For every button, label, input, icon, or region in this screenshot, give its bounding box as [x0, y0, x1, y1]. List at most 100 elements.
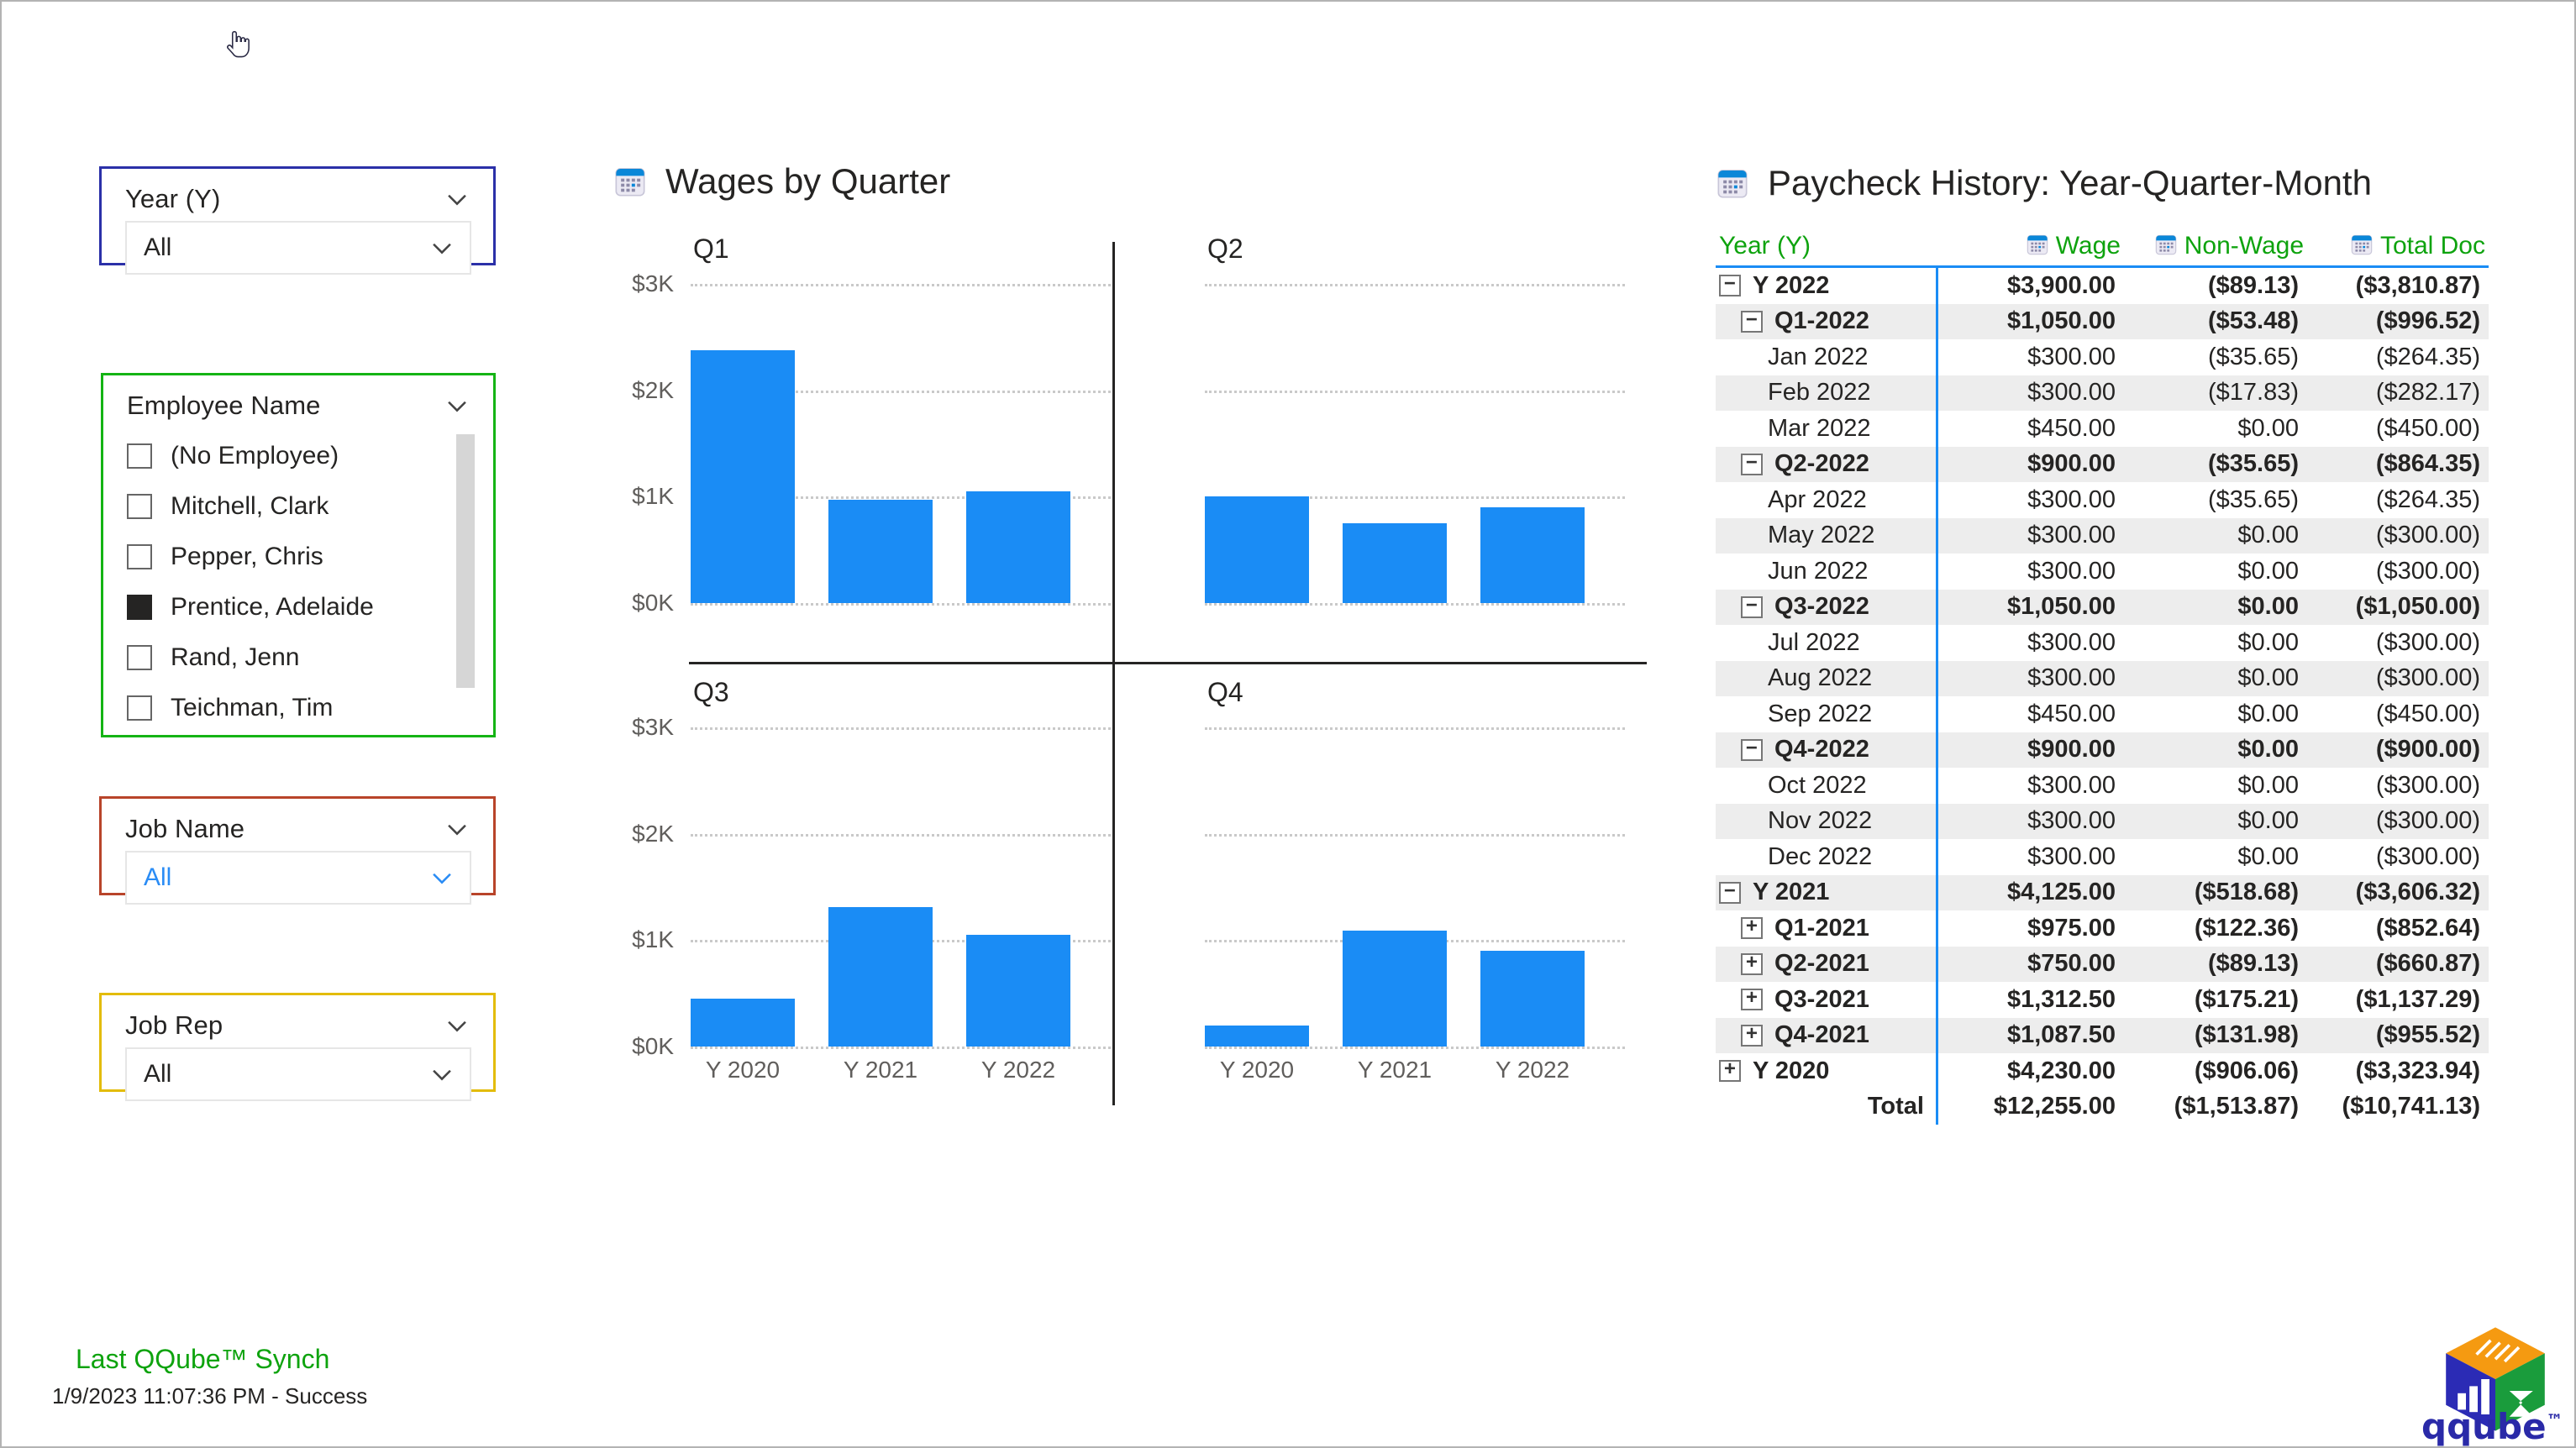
collapse-icon[interactable]: −	[1741, 310, 1763, 333]
chart-panel-q4[interactable]: Q4 Y 2020 Y 2021 Y 2022	[1128, 677, 1632, 1101]
employee-list-item[interactable]: Pepper, Chris	[127, 532, 493, 582]
checkbox-icon[interactable]	[127, 645, 152, 670]
chevron-down-icon[interactable]	[443, 391, 471, 420]
table-row[interactable]: − Y 2022 $3,900.00 ($89.13) ($3,810.87)	[1716, 268, 2489, 304]
table-row[interactable]: − Y 2021 $4,125.00 ($518.68) ($3,606.32)	[1716, 874, 2489, 910]
chart-bar[interactable]	[1343, 523, 1447, 603]
slicer-job-name-dropdown[interactable]: All	[125, 851, 471, 905]
collapse-icon[interactable]: −	[1741, 595, 1763, 618]
table-cell-year: May 2022	[1716, 522, 1936, 549]
table-row[interactable]: Nov 2022 $300.00 $0.00 ($300.00)	[1716, 803, 2489, 839]
chart-quadrants: Q1 $0K $1K $2K $3K Q2 Q3 $0K $1K $2K $3K Y 2020 Y …	[613, 233, 1647, 1105]
slicer-year-header[interactable]: Year (Y)	[102, 184, 493, 214]
wages-by-quarter-chart[interactable]: Wages by Quarter Q1 $0K $1K $2K $3K Q2 Q3 $0K…	[613, 161, 1647, 1152]
chart-bar[interactable]	[1480, 951, 1585, 1047]
slicer-job-rep[interactable]: Job Rep All	[99, 993, 496, 1101]
table-column-header[interactable]: Non-Wage	[2121, 232, 2304, 260]
table-row[interactable]: Dec 2022 $300.00 $0.00 ($300.00)	[1716, 839, 2489, 875]
table-body[interactable]: − Y 2022 $3,900.00 ($89.13) ($3,810.87) − Q1-2…	[1716, 268, 2489, 1125]
slicer-job-rep-dropdown[interactable]: All	[125, 1047, 471, 1101]
checkbox-icon[interactable]	[127, 695, 152, 721]
chart-bar[interactable]	[828, 499, 933, 603]
table-column-header[interactable]: Total Doc	[2304, 232, 2485, 260]
expand-icon[interactable]: +	[1741, 917, 1763, 940]
checkbox-icon[interactable]	[127, 544, 152, 569]
table-row[interactable]: + Q2-2021 $750.00 ($89.13) ($660.87)	[1716, 946, 2489, 982]
table-column-headers[interactable]: Year (Y) Wage Non-Wage Total Doc	[1716, 215, 2489, 260]
expand-icon[interactable]: +	[1741, 989, 1763, 1011]
checkbox-icon[interactable]	[127, 494, 152, 519]
collapse-icon[interactable]: −	[1719, 881, 1741, 904]
table-row[interactable]: Jun 2022 $300.00 $0.00 ($300.00)	[1716, 553, 2489, 590]
table-row[interactable]: + Q4-2021 $1,087.50 ($131.98) ($955.52)	[1716, 1017, 2489, 1053]
table-row[interactable]: Jan 2022 $300.00 ($35.65) ($264.35)	[1716, 339, 2489, 375]
slicer-employee-name[interactable]: Employee Name (No Employee) Mitchell, Cla…	[101, 373, 496, 737]
slicer-job-rep-header[interactable]: Job Rep	[102, 1010, 493, 1041]
slicer-year-dropdown[interactable]: All	[125, 221, 471, 275]
table-row[interactable]: May 2022 $300.00 $0.00 ($300.00)	[1716, 517, 2489, 553]
slicer-year[interactable]: Year (Y) All	[99, 166, 496, 275]
chart-bar[interactable]	[1480, 507, 1585, 603]
paycheck-history-matrix[interactable]: Paycheck History: Year-Quarter-Month Yea…	[1716, 163, 2489, 1125]
employee-list-scrollbar[interactable]	[456, 434, 475, 688]
employee-list-item[interactable]: Mitchell, Clark	[127, 481, 493, 532]
chart-bar[interactable]	[1343, 931, 1447, 1047]
table-cell-total-doc: ($1,137.29)	[2355, 985, 2480, 1013]
chart-bar[interactable]	[966, 935, 1070, 1047]
collapse-icon[interactable]: −	[1741, 453, 1763, 475]
chart-bar[interactable]	[1205, 496, 1309, 603]
chart-panel-q1[interactable]: Q1 $0K $1K $2K $3K	[613, 233, 1117, 658]
expand-icon[interactable]: +	[1719, 1060, 1741, 1083]
employee-list-item[interactable]: Teichman, Tim	[127, 683, 493, 733]
chevron-down-icon[interactable]	[443, 815, 471, 843]
table-row[interactable]: Sep 2022 $450.00 $0.00 ($450.00)	[1716, 696, 2489, 732]
employee-list-item[interactable]: (No Employee)	[127, 431, 493, 481]
chart-bar[interactable]	[691, 349, 795, 603]
table-row[interactable]: − Q4-2022 $900.00 $0.00 ($900.00)	[1716, 732, 2489, 768]
employee-list-item[interactable]: Prentice, Adelaide	[127, 582, 493, 632]
table-row[interactable]: + Q3-2021 $1,312.50 ($175.21) ($1,137.29)	[1716, 982, 2489, 1018]
table-cell-wage: $1,050.00	[2006, 307, 2116, 335]
employee-list-item[interactable]: Rand, Jenn	[127, 632, 493, 683]
table-row[interactable]: + Y 2020 $4,230.00 ($906.06) ($3,323.94)	[1716, 1053, 2489, 1089]
table-row[interactable]: Apr 2022 $300.00 ($35.65) ($264.35)	[1716, 482, 2489, 518]
chart-bar[interactable]	[966, 491, 1070, 603]
slicer-year-value: All	[144, 233, 172, 261]
expand-icon[interactable]: +	[1741, 952, 1763, 975]
table-row[interactable]: − Q2-2022 $900.00 ($35.65) ($864.35)	[1716, 446, 2489, 482]
chart-bar[interactable]	[691, 999, 795, 1047]
collapse-icon[interactable]: −	[1741, 738, 1763, 761]
table-row[interactable]: − Q1-2022 $1,050.00 ($53.48) ($996.52)	[1716, 303, 2489, 339]
chevron-down-icon[interactable]	[443, 1011, 471, 1040]
table-row[interactable]: Mar 2022 $450.00 $0.00 ($450.00)	[1716, 411, 2489, 447]
chart-bar[interactable]	[828, 906, 933, 1047]
expand-icon[interactable]: +	[1741, 1024, 1763, 1047]
checkbox-icon[interactable]	[127, 443, 152, 469]
checkbox-icon[interactable]	[127, 595, 152, 620]
table-column-divider	[1936, 625, 1938, 661]
table-column-header[interactable]: Year (Y)	[1716, 232, 1936, 260]
table-row[interactable]: Jul 2022 $300.00 $0.00 ($300.00)	[1716, 625, 2489, 661]
chart-gridline	[1205, 1047, 1625, 1049]
slicer-employee-header[interactable]: Employee Name	[103, 391, 493, 421]
table-row[interactable]: + Q1-2021 $975.00 ($122.36) ($852.64)	[1716, 910, 2489, 947]
chart-panel-q2[interactable]: Q2	[1128, 233, 1632, 658]
table-row[interactable]: Aug 2022 $300.00 $0.00 ($300.00)	[1716, 660, 2489, 696]
slicer-job-name[interactable]: Job Name All	[99, 796, 496, 905]
chevron-down-icon[interactable]	[443, 185, 471, 213]
table-row[interactable]: Total $12,255.00 ($1,513.87) ($10,741.13)	[1716, 1089, 2489, 1125]
report-canvas: Year (Y) All Employee Name (No Employee)…	[2, 2, 2574, 1447]
table-row[interactable]: Feb 2022 $300.00 ($17.83) ($282.17)	[1716, 375, 2489, 411]
chevron-down-icon[interactable]	[428, 1060, 456, 1089]
table-cell-total-doc: ($3,606.32)	[2355, 879, 2480, 906]
chart-panel-q3[interactable]: Q3 $0K $1K $2K $3K Y 2020 Y 2021 Y 2022	[613, 677, 1117, 1101]
table-row[interactable]: − Q3-2022 $1,050.00 $0.00 ($1,050.00)	[1716, 589, 2489, 625]
chevron-down-icon[interactable]	[428, 233, 456, 262]
collapse-icon[interactable]: −	[1719, 275, 1741, 297]
employee-checkbox-list[interactable]: (No Employee) Mitchell, Clark Pepper, Chri…	[103, 431, 493, 733]
chart-bar[interactable]	[1205, 1025, 1309, 1047]
table-column-header[interactable]: Wage	[1936, 232, 2121, 260]
slicer-job-name-header[interactable]: Job Name	[102, 814, 493, 844]
chevron-down-icon[interactable]	[428, 863, 456, 892]
table-row[interactable]: Oct 2022 $300.00 $0.00 ($300.00)	[1716, 768, 2489, 804]
